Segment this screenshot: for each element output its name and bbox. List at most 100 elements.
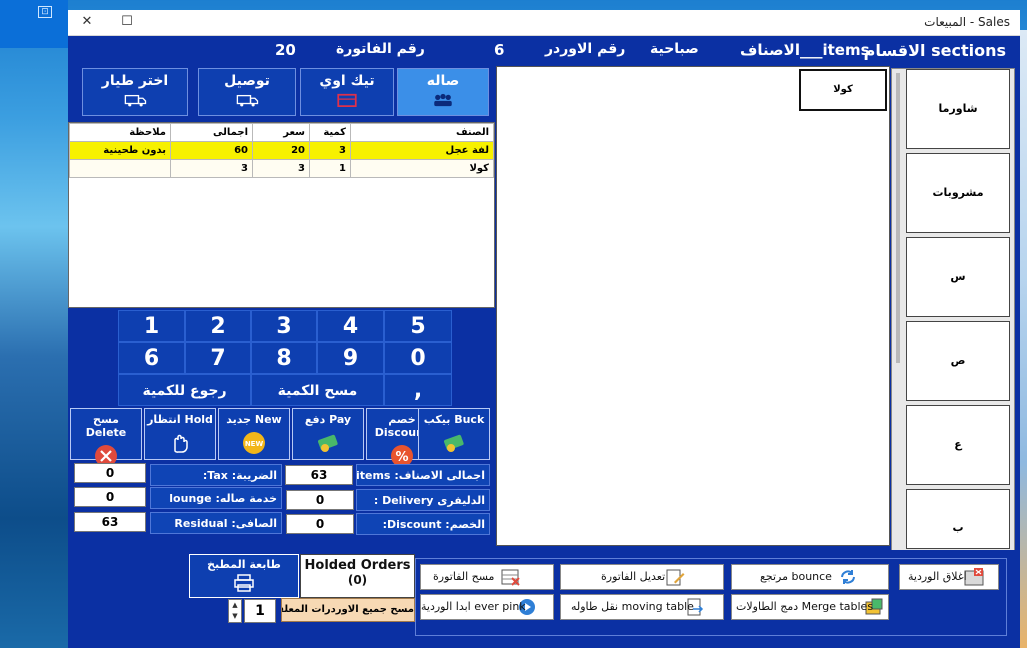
table-row[interactable]: كولا 1 3 3 <box>69 159 494 178</box>
numpad-key-2[interactable]: 2 <box>185 310 251 342</box>
tab-delivery-label: توصيل <box>224 73 270 89</box>
order-table: الصنف كمية سعر اجمالى ملاحظة لفة عجل 3 2… <box>69 123 494 178</box>
numpad: 1 2 3 4 5 6 7 8 9 0 رجوع للكمية مسح الكم… <box>118 310 452 406</box>
table-header-row: الصنف كمية سعر اجمالى ملاحظة <box>69 123 494 142</box>
numpad-key-7[interactable]: 7 <box>185 342 251 374</box>
order-grid[interactable]: الصنف كمية سعر اجمالى ملاحظة لفة عجل 3 2… <box>68 122 495 308</box>
column-header-item: الصنف <box>350 123 494 142</box>
lounge-value: 0 <box>74 487 146 507</box>
lounge-label: خدمة صاله: lounge <box>150 487 282 509</box>
new-label: جديد New <box>226 413 282 426</box>
desktop-window-icon[interactable]: ⊡ <box>38 6 52 18</box>
shift-label: صباحية <box>650 41 699 57</box>
table-cell: 3 <box>170 159 253 178</box>
holded-orders-label: Holded Orders <box>304 558 411 573</box>
numpad-key-5[interactable]: 5 <box>384 310 452 342</box>
hand-stop-icon <box>174 434 188 453</box>
minimize-icon[interactable]: ☐ <box>118 13 136 31</box>
section-ain[interactable]: ع <box>906 405 1010 485</box>
delete-invoice-button[interactable]: مسح الفاتورة <box>420 564 554 590</box>
refresh-icon <box>841 570 855 584</box>
back-to-quantity-button[interactable]: رجوع للكمية <box>118 374 251 406</box>
close-shift-label: اغلاق الوردية <box>908 570 967 583</box>
total-items-label: اجمالى الاصناف: Total items <box>356 464 490 486</box>
section-drinks[interactable]: مشروبات <box>906 153 1010 233</box>
section-shawarma[interactable]: شاورما <box>906 69 1010 149</box>
tax-value: 0 <box>74 463 146 483</box>
delivery-truck-icon <box>236 94 259 107</box>
delivery-label: الدليفرى Delivery : <box>356 489 490 511</box>
bounce-button[interactable]: مرتجع bounce <box>731 564 889 590</box>
column-header-price: سعر <box>252 123 310 142</box>
table-cell: 1 <box>309 159 351 178</box>
sections-panel: شاورما مشروبات س ص ع ب <box>891 68 1015 554</box>
column-header-total: اجمالى <box>170 123 253 142</box>
numpad-key-comma[interactable]: , <box>384 374 452 406</box>
discount-total-label: الخصم: Discount: <box>356 513 490 535</box>
move-table-label: نقل طاوله moving table <box>571 600 694 613</box>
tab-takeaway-label: تيك اوي <box>319 73 375 89</box>
tab-takeaway[interactable]: تيك اوي <box>300 68 394 116</box>
svg-text:NEW: NEW <box>245 440 264 448</box>
section-sad[interactable]: ص <box>906 321 1010 401</box>
pay-label: دفع Pay <box>304 413 352 426</box>
close-shift-button[interactable]: اغلاق الوردية <box>899 564 999 590</box>
section-s[interactable]: س <box>906 237 1010 317</box>
table-cell: كولا <box>350 159 494 178</box>
driver-truck-icon <box>124 94 147 107</box>
move-table-button[interactable]: نقل طاوله moving table <box>560 594 724 620</box>
qty-stepper-arrows[interactable]: ▲ ▼ <box>228 599 242 623</box>
hold-label: انتظار Hold <box>147 413 213 426</box>
delete-label: مسح Delete <box>85 413 127 439</box>
close-icon[interactable]: ✕ <box>78 13 96 31</box>
kitchen-printer-button[interactable]: طابعة المطبخ <box>189 554 299 598</box>
new-button[interactable]: جديد New NEW <box>218 408 290 460</box>
delete-invoice-label: مسح الفاتورة <box>433 570 495 583</box>
merge-tables-button[interactable]: دمج الطاولات Merge tables <box>731 594 889 620</box>
delete-button[interactable]: مسح Delete <box>70 408 142 467</box>
table-cell: لفة عجل <box>350 141 494 160</box>
residual-label: الصافى: Residual <box>150 512 282 534</box>
items-panel: كولا <box>496 66 890 546</box>
clear-held-orders-button[interactable]: مسح جميع الاوردرات المعلقة <box>281 598 415 622</box>
sections-scrollbar[interactable] <box>896 73 900 363</box>
numpad-key-9[interactable]: 9 <box>317 342 384 374</box>
sections-label: الاقسام sections <box>863 41 1006 60</box>
sales-window: ✕ ☐ المبيعات - Sales الاقسام sections ال… <box>68 10 1020 648</box>
numpad-key-3[interactable]: 3 <box>251 310 317 342</box>
printer-icon <box>234 574 254 592</box>
table-row[interactable]: لفة عجل 3 20 60 بدون طحينية <box>69 141 494 160</box>
clear-quantity-button[interactable]: مسح الكمية <box>251 374 384 406</box>
buck-button[interactable]: بيكب Buck <box>418 408 490 460</box>
numpad-key-0[interactable]: 0 <box>384 342 452 374</box>
invoice-number-label: رقم الفاتورة <box>336 41 425 57</box>
numpad-key-8[interactable]: 8 <box>251 342 317 374</box>
tab-choose-driver[interactable]: اختر طيار <box>82 68 188 116</box>
table-cell: 3 <box>252 159 310 178</box>
holded-orders-count: (0) <box>347 573 368 587</box>
title-bar: ✕ ☐ المبيعات - Sales <box>68 10 1020 36</box>
numpad-key-4[interactable]: 4 <box>317 310 384 342</box>
tab-choose-driver-label: اختر طيار <box>101 73 169 89</box>
tab-dine-in[interactable]: صاله <box>397 68 489 116</box>
table-cell: 3 <box>309 141 351 160</box>
people-icon <box>434 93 452 107</box>
tab-delivery[interactable]: توصيل <box>198 68 296 116</box>
item-button-cola[interactable]: كولا <box>799 69 887 111</box>
hold-button[interactable]: انتظار Hold <box>144 408 216 460</box>
numpad-key-6[interactable]: 6 <box>118 342 185 374</box>
pay-button[interactable]: دفع Pay <box>292 408 364 460</box>
edit-invoice-button[interactable]: تعديل الفاتورة <box>560 564 724 590</box>
delete-invoice-icon <box>501 569 520 586</box>
section-ba[interactable]: ب <box>906 489 1010 549</box>
table-cell: 60 <box>170 141 253 160</box>
holded-orders-button[interactable]: Holded Orders (0) <box>300 554 415 598</box>
kitchen-printer-label: طابعة المطبخ <box>207 558 281 571</box>
table-cell <box>69 159 171 178</box>
quantity-stepper[interactable]: 1 <box>244 599 276 623</box>
table-cell: بدون طحينية <box>69 141 171 160</box>
table-cell: 20 <box>252 141 310 160</box>
edit-invoice-label: تعديل الفاتورة <box>601 570 666 583</box>
start-shift-button[interactable]: ابدا الوردية ever pink <box>420 594 554 620</box>
numpad-key-1[interactable]: 1 <box>118 310 185 342</box>
